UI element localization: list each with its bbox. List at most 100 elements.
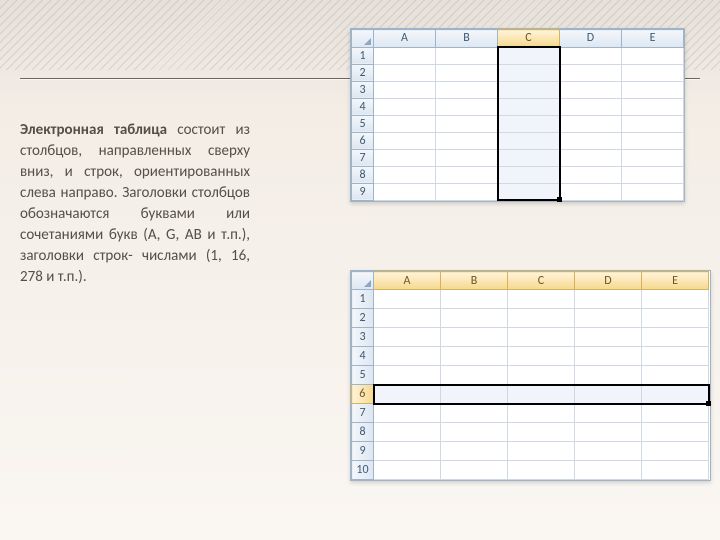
row-header[interactable]: 5 [352,115,374,132]
cell[interactable] [374,404,441,423]
col-header-A[interactable]: A [374,30,436,48]
cell[interactable] [498,183,560,200]
cell[interactable] [642,366,709,385]
cell[interactable] [441,328,508,347]
cell[interactable] [622,64,684,81]
cell[interactable] [575,442,642,461]
cell[interactable] [560,166,622,183]
col-header-E[interactable]: E [622,30,684,48]
cell[interactable] [508,328,575,347]
cell[interactable] [642,461,709,480]
cell[interactable] [374,132,436,149]
cell[interactable] [642,423,709,442]
cell[interactable] [436,98,498,115]
col-header-A[interactable]: A [374,272,441,290]
cell[interactable] [575,328,642,347]
cell[interactable] [560,149,622,166]
cell[interactable] [441,309,508,328]
cell[interactable] [498,81,560,98]
cell[interactable] [642,309,709,328]
row-header[interactable]: 6 [352,385,374,404]
cell[interactable] [560,132,622,149]
cell[interactable] [374,347,441,366]
cell[interactable] [622,81,684,98]
cell[interactable] [575,347,642,366]
cell[interactable] [374,461,441,480]
row-header[interactable]: 6 [352,132,374,149]
cell[interactable] [622,183,684,200]
cell[interactable] [436,47,498,64]
cell[interactable] [374,166,436,183]
cell[interactable] [374,115,436,132]
cell[interactable] [622,47,684,64]
cell[interactable] [441,290,508,309]
cell[interactable] [575,366,642,385]
row-header[interactable]: 7 [352,404,374,423]
cell[interactable] [622,98,684,115]
col-header-B[interactable]: B [436,30,498,48]
cell[interactable] [642,385,709,404]
cell[interactable] [575,309,642,328]
cell[interactable] [374,366,441,385]
cell[interactable] [374,81,436,98]
cell[interactable] [374,309,441,328]
cell[interactable] [575,461,642,480]
cell[interactable] [642,347,709,366]
cell[interactable] [374,64,436,81]
cell[interactable] [441,385,508,404]
select-all-corner[interactable] [352,30,374,48]
cell[interactable] [508,423,575,442]
cell[interactable] [560,98,622,115]
cell[interactable] [374,328,441,347]
cell[interactable] [642,442,709,461]
cell[interactable] [374,385,441,404]
cell[interactable] [436,115,498,132]
cell[interactable] [374,98,436,115]
col-header-C[interactable]: C [498,30,560,48]
row-header[interactable]: 7 [352,149,374,166]
cell[interactable] [508,366,575,385]
col-header-C[interactable]: C [508,272,575,290]
cell[interactable] [560,81,622,98]
cell[interactable] [560,183,622,200]
cell[interactable] [441,442,508,461]
cell[interactable] [575,404,642,423]
row-header[interactable]: 2 [352,309,374,328]
col-header-D[interactable]: D [560,30,622,48]
row-header[interactable]: 3 [352,328,374,347]
cell[interactable] [374,423,441,442]
row-header[interactable]: 3 [352,81,374,98]
cell[interactable] [436,64,498,81]
cell[interactable] [560,64,622,81]
row-header[interactable]: 1 [352,290,374,309]
cell[interactable] [622,132,684,149]
select-all-corner[interactable] [352,272,374,290]
cell[interactable] [441,347,508,366]
cell[interactable] [575,385,642,404]
row-header[interactable]: 4 [352,98,374,115]
cell[interactable] [560,47,622,64]
cell[interactable] [498,132,560,149]
cell[interactable] [508,404,575,423]
cell[interactable] [622,166,684,183]
col-header-E[interactable]: E [642,272,709,290]
cell[interactable] [575,423,642,442]
cell[interactable] [560,115,622,132]
cell[interactable] [642,328,709,347]
cell[interactable] [374,290,441,309]
cell[interactable] [374,183,436,200]
cell[interactable] [436,132,498,149]
cell[interactable] [508,442,575,461]
cell[interactable] [374,47,436,64]
row-header[interactable]: 10 [352,461,374,480]
cell[interactable] [436,149,498,166]
cell[interactable] [508,461,575,480]
cell[interactable] [498,149,560,166]
row-header[interactable]: 8 [352,423,374,442]
cell[interactable] [498,115,560,132]
row-header[interactable]: 8 [352,166,374,183]
cell[interactable] [642,290,709,309]
row-header[interactable]: 9 [352,183,374,200]
row-header[interactable]: 2 [352,64,374,81]
cell[interactable] [374,442,441,461]
